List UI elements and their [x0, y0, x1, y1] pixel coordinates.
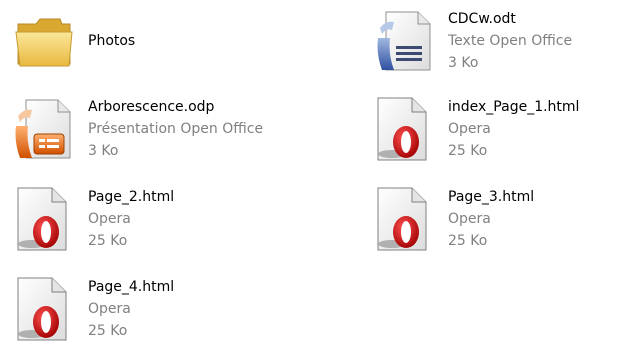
file-name: Page_3.html [448, 189, 535, 205]
file-size: 3 Ko [448, 55, 479, 71]
file-type: Présentation Open Office [88, 121, 264, 137]
file-size: 25 Ko [88, 233, 128, 249]
folder-icon [12, 8, 78, 74]
file-name: Photos [88, 33, 136, 49]
file-size: 3 Ko [88, 143, 119, 159]
opera-html-icon [12, 186, 78, 252]
file-name: Arborescence.odp [88, 99, 215, 115]
file-size: 25 Ko [448, 233, 488, 249]
file-type: Opera [88, 211, 131, 227]
file-size: 25 Ko [448, 143, 488, 159]
file-type: Opera [88, 301, 131, 317]
file-item-index-page-1-html[interactable]: index_Page_1.html Opera 25 Ko [372, 94, 618, 170]
file-name: Page_4.html [88, 279, 175, 295]
file-item-page-2-html[interactable]: Page_2.html Opera 25 Ko [12, 184, 292, 260]
openoffice-writer-icon [372, 8, 438, 74]
file-item-page-4-html[interactable]: Page_4.html Opera 25 Ko [12, 274, 292, 350]
file-type: Texte Open Office [448, 33, 573, 49]
openoffice-impress-icon [12, 96, 78, 162]
file-item-page-3-html[interactable]: Page_3.html Opera 25 Ko [372, 184, 618, 260]
opera-html-icon [372, 96, 438, 162]
opera-html-icon [372, 186, 438, 252]
file-type: Opera [448, 121, 491, 137]
file-item-arborescence-odp[interactable]: Arborescence.odp Présentation Open Offic… [12, 94, 292, 170]
file-name: index_Page_1.html [448, 99, 580, 115]
file-item-cdcw-odt[interactable]: CDCw.odt Texte Open Office 3 Ko [372, 6, 618, 82]
file-size: 25 Ko [88, 323, 128, 339]
file-type: Opera [448, 211, 491, 227]
file-name: CDCw.odt [448, 11, 516, 27]
file-name: Page_2.html [88, 189, 175, 205]
opera-html-icon [12, 276, 78, 342]
file-item-photos[interactable]: Photos [12, 6, 292, 82]
